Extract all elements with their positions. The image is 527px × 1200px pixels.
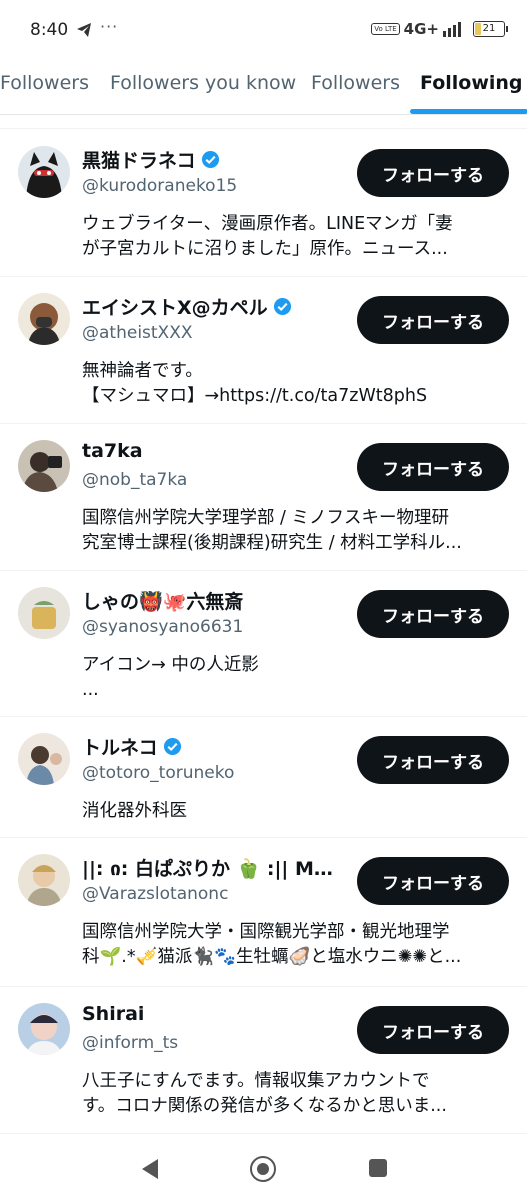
avatar[interactable]	[18, 293, 70, 345]
bio-line: 究室博士課程(後期課程)研究生 / 材料工学科ル...	[82, 533, 462, 553]
user-name[interactable]: Shirai	[82, 1003, 144, 1025]
battery-icon: 21	[473, 21, 508, 37]
divider	[0, 128, 527, 129]
user-name[interactable]: エイシストX@カペル	[82, 293, 268, 320]
bio-line: が子宮カルトに沼りました」原作。ニュース...	[82, 239, 448, 259]
verified-badge-icon	[201, 150, 219, 169]
status-bar: 8:40 ··· Vo LTE 4G+ 21	[0, 0, 527, 52]
bio-line: 八王子にすんでます。情報収集アカウントで	[82, 1071, 430, 1091]
user-row[interactable]: ||: ი: 白ぱぷりか 🫑 :|| MMM... @Varazslotanon…	[0, 838, 527, 987]
follow-button[interactable]: フォローする	[357, 149, 509, 197]
bio-line: 国際信州学院大学・国際観光学部・観光地理学	[82, 922, 450, 942]
user-bio: 消化器外科医	[82, 799, 507, 824]
user-bio: 八王子にすんでます。情報収集アカウントで す。コロナ関係の発信が多くなるかと思い…	[82, 1069, 507, 1119]
user-handle[interactable]: @atheistXXX	[82, 323, 193, 343]
user-handle[interactable]: @syanosyano6631	[82, 617, 243, 637]
user-row[interactable]: ta7ka @nob_ta7ka 国際信州学院大学理学部 / ミノフスキー物理研…	[0, 424, 527, 571]
tab-verified-followers[interactable]: Followers	[311, 72, 400, 94]
verified-badge-icon	[163, 737, 181, 756]
tab-followers-you-know[interactable]: Followers you know	[110, 72, 296, 94]
bio-line: 消化器外科医	[82, 801, 187, 821]
avatar[interactable]	[18, 854, 70, 906]
user-row[interactable]: エイシストX@カペル @atheistXXX 無神論者です。 【マシュマロ】→h…	[0, 277, 527, 424]
avatar[interactable]	[18, 587, 70, 639]
verified-badge-icon	[273, 297, 291, 316]
user-handle[interactable]: @Varazslotanonc	[82, 884, 228, 904]
user-name[interactable]: ta7ka	[82, 440, 143, 462]
signal-icon	[443, 22, 461, 37]
user-bio: ウェブライター、漫画原作者。LINEマンガ「妻 が子宮カルトに沼りました」原作。…	[82, 212, 507, 262]
avatar[interactable]	[18, 440, 70, 492]
user-row[interactable]: 黒猫ドラネコ @kurodoraneko15 ウェブライター、漫画原作者。LIN…	[0, 130, 527, 277]
user-row[interactable]: Shirai @inform_ts 八王子にすんでます。情報収集アカウントで す…	[0, 987, 527, 1134]
telegram-icon	[77, 23, 91, 37]
status-time: 8:40	[30, 20, 69, 40]
user-handle[interactable]: @nob_ta7ka	[82, 470, 187, 490]
avatar[interactable]	[18, 733, 70, 785]
user-name[interactable]: しゃの👹🐙六無斎	[82, 587, 243, 614]
tab-followers[interactable]: Followers	[0, 72, 89, 94]
bio-line: ...	[82, 680, 99, 700]
follow-button[interactable]: フォローする	[357, 1006, 509, 1054]
user-name[interactable]: トルネコ	[82, 733, 158, 760]
user-name[interactable]: 黒猫ドラネコ	[82, 146, 196, 173]
recent-apps-icon[interactable]	[369, 1159, 387, 1177]
back-icon[interactable]	[140, 1158, 160, 1180]
system-nav-bar	[0, 1136, 527, 1200]
bio-line: ウェブライター、漫画原作者。LINEマンガ「妻	[82, 214, 453, 234]
bio-line: 国際信州学院大学理学部 / ミノフスキー物理研	[82, 508, 450, 528]
user-bio: 国際信州学院大学理学部 / ミノフスキー物理研 究室博士課程(後期課程)研究生 …	[82, 506, 507, 556]
bio-line: アイコン→ 中の人近影	[82, 655, 259, 675]
follow-button[interactable]: フォローする	[357, 296, 509, 344]
follow-button[interactable]: フォローする	[357, 443, 509, 491]
follow-button[interactable]: フォローする	[357, 736, 509, 784]
bio-line: 無神論者です。	[82, 361, 203, 381]
bio-line: す。コロナ関係の発信が多くなるかと思いま...	[82, 1096, 447, 1116]
more-notifications-icon: ···	[100, 17, 119, 36]
user-name[interactable]: ||: ი: 白ぱぷりか 🫑 :|| MMM...	[82, 854, 347, 881]
active-tab-indicator	[410, 109, 527, 114]
user-handle[interactable]: @inform_ts	[82, 1033, 178, 1053]
avatar[interactable]	[18, 146, 70, 198]
follow-button[interactable]: フォローする	[357, 857, 509, 905]
bio-line: 【マシュマロ】→https://t.co/ta7zWt8phS	[82, 386, 428, 406]
tab-following[interactable]: Following	[420, 72, 523, 94]
user-bio: 国際信州学院大学・国際観光学部・観光地理学 科🌱.*🎺猫派🐈‍⬛🐾生牡蠣🦪と塩水…	[82, 920, 507, 970]
user-row[interactable]: しゃの👹🐙六無斎 @syanosyano6631 アイコン→ 中の人近影 ...…	[0, 571, 527, 717]
user-handle[interactable]: @kurodoraneko15	[82, 176, 237, 196]
volte-icon: Vo LTE	[371, 23, 400, 35]
battery-level: 21	[482, 23, 496, 34]
user-bio: 無神論者です。 【マシュマロ】→https://t.co/ta7zWt8phS	[82, 359, 507, 409]
user-row[interactable]: トルネコ @totoro_toruneko 消化器外科医 フォローする	[0, 717, 527, 838]
follow-button[interactable]: フォローする	[357, 590, 509, 638]
user-handle[interactable]: @totoro_toruneko	[82, 763, 234, 783]
home-icon[interactable]	[250, 1156, 276, 1182]
avatar[interactable]	[18, 1003, 70, 1055]
network-type: 4G+	[403, 20, 439, 38]
bio-line: 科🌱.*🎺猫派🐈‍⬛🐾生牡蠣🦪と塩水ウニ✺✺と...	[82, 947, 462, 967]
user-bio: アイコン→ 中の人近影 ...	[82, 653, 507, 703]
tab-bar: Followers Followers you know Followers F…	[0, 52, 527, 115]
